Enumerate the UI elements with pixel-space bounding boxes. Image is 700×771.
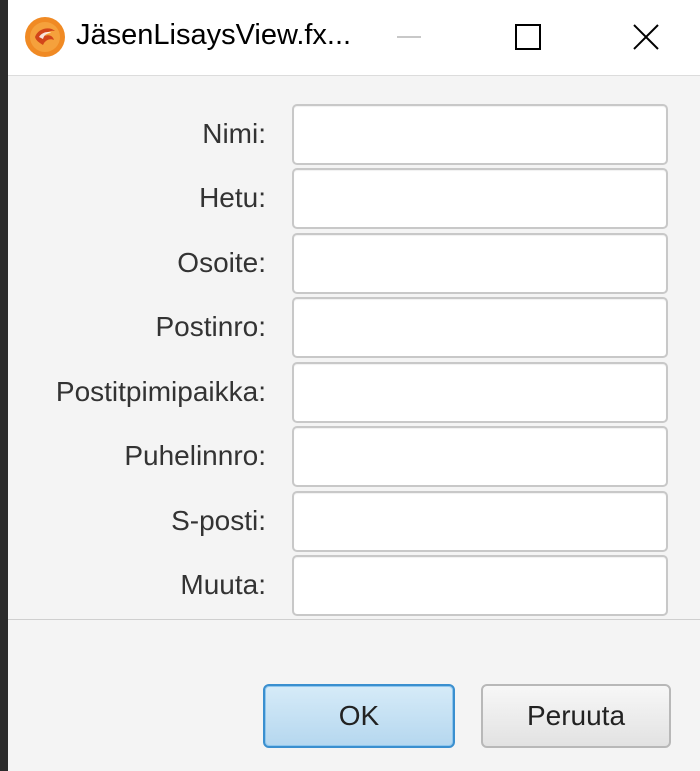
form-row-osoite: Osoite:: [8, 233, 700, 297]
window-title: JäsenLisaysView.fx...: [76, 19, 352, 51]
field-label: Muuta:: [180, 569, 266, 600]
form-row-nimi: Nimi:: [8, 104, 700, 168]
button-bar: OK Peruuta: [8, 620, 700, 771]
minimize-icon: [397, 36, 421, 38]
form-row-postitoimipaikka: Postitpimipaikka:: [8, 362, 700, 426]
postinro-field[interactable]: [292, 297, 668, 358]
field-label: Postinro:: [155, 311, 267, 342]
form-row-muuta: Muuta:: [8, 555, 700, 619]
hetu-field[interactable]: [292, 168, 668, 229]
maximize-icon: [515, 24, 541, 50]
form-row-hetu: Hetu:: [8, 168, 700, 232]
title-bar[interactable]: JäsenLisaysView.fx...: [8, 0, 700, 76]
email-field[interactable]: [292, 491, 668, 552]
cancel-button[interactable]: Peruuta: [481, 684, 671, 748]
minimize-button[interactable]: [358, 0, 448, 75]
field-label: Puhelinnro:: [124, 440, 266, 471]
postitoimipaikka-field[interactable]: [292, 362, 668, 423]
field-label: Osoite:: [177, 247, 266, 278]
javafx-flame-icon: [24, 16, 66, 58]
puhelinnro-field[interactable]: [292, 426, 668, 487]
form-row-sposti: S-posti:: [8, 491, 700, 555]
field-label: S-posti:: [171, 505, 266, 536]
form-row-puhelinnro: Puhelinnro:: [8, 426, 700, 490]
nimi-field[interactable]: [292, 104, 668, 165]
field-label: Nimi:: [202, 118, 266, 149]
ok-button[interactable]: OK: [263, 684, 455, 748]
close-icon: [633, 24, 659, 50]
osoite-field[interactable]: [292, 233, 668, 294]
muuta-field[interactable]: [292, 555, 668, 616]
dialog-window: JäsenLisaysView.fx... Nimi: Hetu: Osoite…: [8, 0, 700, 771]
close-button[interactable]: [593, 0, 700, 75]
field-label: Postitpimipaikka:: [55, 376, 266, 407]
form-area: Nimi: Hetu: Osoite: Postinro: Postitpimi…: [8, 76, 700, 619]
form-row-postinro: Postinro:: [8, 297, 700, 361]
maximize-button[interactable]: [475, 0, 565, 75]
field-label: Hetu:: [199, 182, 266, 213]
